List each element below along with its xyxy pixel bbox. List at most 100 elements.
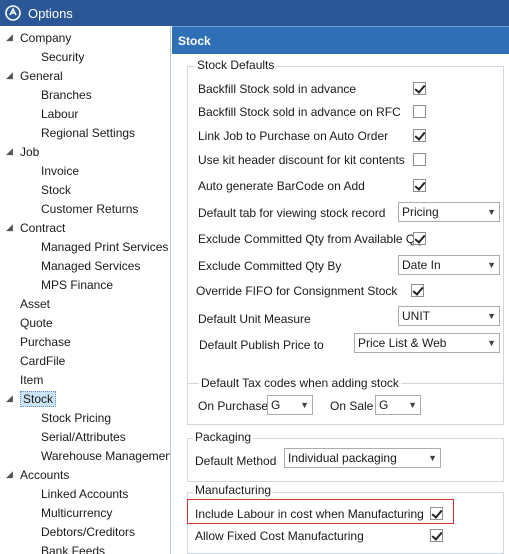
on-sale-label: On Sale: [330, 399, 374, 413]
auto-barcode-checkbox[interactable]: [413, 179, 426, 192]
tree-item[interactable]: MPS Finance: [41, 276, 113, 294]
on-purchase-select[interactable]: G ▼: [267, 395, 313, 415]
tree-item[interactable]: Contract: [20, 219, 65, 237]
tree-item[interactable]: Managed Print Services: [41, 238, 168, 256]
tree-item[interactable]: Purchase: [20, 333, 71, 351]
tree-item-label: Item: [20, 373, 44, 387]
packaging-title: Packaging: [193, 430, 254, 444]
tree-item[interactable]: Linked Accounts: [41, 485, 128, 503]
title-bar: Options: [0, 0, 509, 26]
unit-measure-select[interactable]: UNIT ▼: [398, 306, 500, 326]
tree-item-label: Invoice: [41, 164, 80, 178]
tree-item[interactable]: Item: [20, 371, 43, 389]
on-sale-value: G: [379, 398, 389, 412]
tree-item[interactable]: Warehouse Management: [41, 447, 171, 465]
tree-expand-arrow-icon[interactable]: ◢: [6, 469, 13, 480]
stock-options-panel: Stock Stock Defaults Backfill Stock sold…: [172, 26, 509, 554]
tree-item-label: Quote: [20, 316, 53, 330]
tree-item-label: Managed Print Services: [41, 240, 169, 254]
include-labour-label: Include Labour in cost when Manufacturin…: [195, 507, 424, 521]
auto-barcode-label: Auto generate BarCode on Add: [198, 179, 365, 193]
exclude-committed-checkbox[interactable]: [413, 232, 426, 245]
tree-item[interactable]: Labour: [41, 105, 78, 123]
unit-measure-value: UNIT: [402, 309, 430, 323]
tree-expand-arrow-icon[interactable]: ◢: [6, 393, 13, 404]
tree-item[interactable]: Branches: [41, 86, 92, 104]
tree-item-label: Managed Services: [41, 259, 141, 273]
tree-item-label: Regional Settings: [41, 126, 136, 140]
tree-item[interactable]: Serial/Attributes: [41, 428, 126, 446]
chevron-down-icon: ▼: [408, 400, 417, 410]
tree-item[interactable]: Stock Pricing: [41, 409, 111, 427]
tree-item-label: Labour: [41, 107, 79, 121]
tree-item[interactable]: CardFile: [20, 352, 65, 370]
app-logo-icon: [4, 4, 22, 22]
tree-item[interactable]: Security: [41, 48, 84, 66]
tree-expand-arrow-icon[interactable]: ◢: [6, 222, 13, 233]
backfill-rfc-label: Backfill Stock sold in advance on RFC: [198, 105, 401, 119]
tree-item[interactable]: Bank Feeds: [41, 542, 105, 554]
tree-item[interactable]: Debtors/Creditors: [41, 523, 135, 541]
tree-item[interactable]: Accounts: [20, 466, 69, 484]
override-fifo-checkbox[interactable]: [411, 284, 424, 297]
tree-item-label: Debtors/Creditors: [41, 525, 136, 539]
backfill-label: Backfill Stock sold in advance: [198, 82, 357, 96]
publish-price-label: Default Publish Price to: [199, 338, 324, 352]
tree-item[interactable]: Asset: [20, 295, 50, 313]
fixed-cost-label: Allow Fixed Cost Manufacturing: [195, 529, 364, 543]
tree-item[interactable]: Invoice: [41, 162, 79, 180]
tree-item[interactable]: Job: [20, 143, 39, 161]
default-tab-label: Default tab for viewing stock record: [198, 206, 386, 220]
tree-item[interactable]: Quote: [20, 314, 53, 332]
on-sale-select[interactable]: G ▼: [375, 395, 421, 415]
tree-item-label: Customer Returns: [41, 202, 139, 216]
tree-item-label: Security: [41, 50, 85, 64]
default-tab-select[interactable]: Pricing ▼: [398, 202, 500, 222]
chevron-down-icon: ▼: [487, 338, 496, 348]
kit-discount-checkbox[interactable]: [413, 153, 426, 166]
chevron-down-icon: ▼: [428, 453, 437, 463]
stock-defaults-title: Stock Defaults: [195, 58, 277, 72]
tree-expand-arrow-icon[interactable]: ◢: [6, 70, 13, 81]
tree-item-label: Multicurrency: [41, 506, 113, 520]
tree-item-label: MPS Finance: [41, 278, 114, 292]
publish-price-value: Price List & Web: [358, 336, 447, 350]
tree-item-label: Warehouse Management: [41, 449, 171, 463]
tree-item-label: General: [20, 69, 63, 83]
publish-price-select[interactable]: Price List & Web ▼: [354, 333, 500, 353]
backfill-rfc-checkbox[interactable]: [413, 105, 426, 118]
panel-title: Stock: [172, 26, 509, 54]
backfill-checkbox[interactable]: [413, 82, 426, 95]
tree-item-label: CardFile: [20, 354, 66, 368]
tree-item[interactable]: Managed Services: [41, 257, 140, 275]
manufacturing-title: Manufacturing: [193, 483, 274, 497]
tree-item-label: Stock Pricing: [41, 411, 112, 425]
tree-item[interactable]: Company: [20, 29, 71, 47]
kit-discount-label: Use kit header discount for kit contents: [198, 153, 405, 167]
include-labour-checkbox[interactable]: [430, 507, 443, 520]
tree-item-label: Accounts: [20, 468, 70, 482]
tree-item-label: Company: [20, 31, 72, 45]
tree-item[interactable]: Regional Settings: [41, 124, 135, 142]
tree-item-label: Stock: [41, 183, 72, 197]
default-method-select[interactable]: Individual packaging ▼: [284, 448, 441, 468]
fixed-cost-checkbox[interactable]: [430, 529, 443, 542]
tree-expand-arrow-icon[interactable]: ◢: [6, 146, 13, 157]
default-tab-value: Pricing: [402, 205, 439, 219]
window-title: Options: [28, 5, 73, 21]
tree-item-label: Purchase: [20, 335, 71, 349]
tree-item-label: Serial/Attributes: [41, 430, 126, 444]
exclude-by-value: Date In: [402, 258, 441, 272]
tree-item[interactable]: Stock: [20, 390, 57, 408]
tree-item[interactable]: Customer Returns: [41, 200, 138, 218]
override-fifo-label: Override FIFO for Consignment Stock: [196, 284, 398, 298]
exclude-by-select[interactable]: Date In ▼: [398, 255, 500, 275]
link-job-checkbox[interactable]: [413, 129, 426, 142]
tree-item[interactable]: Multicurrency: [41, 504, 112, 522]
tree-item[interactable]: General: [20, 67, 63, 85]
options-tree[interactable]: ◢ Company Security ◢ General Branches Labour Re…: [0, 26, 171, 554]
tree-item-label: Job: [20, 145, 40, 159]
tree-expand-arrow-icon[interactable]: ◢: [6, 32, 13, 43]
chevron-down-icon: ▼: [487, 260, 496, 270]
tree-item[interactable]: Stock: [41, 181, 71, 199]
